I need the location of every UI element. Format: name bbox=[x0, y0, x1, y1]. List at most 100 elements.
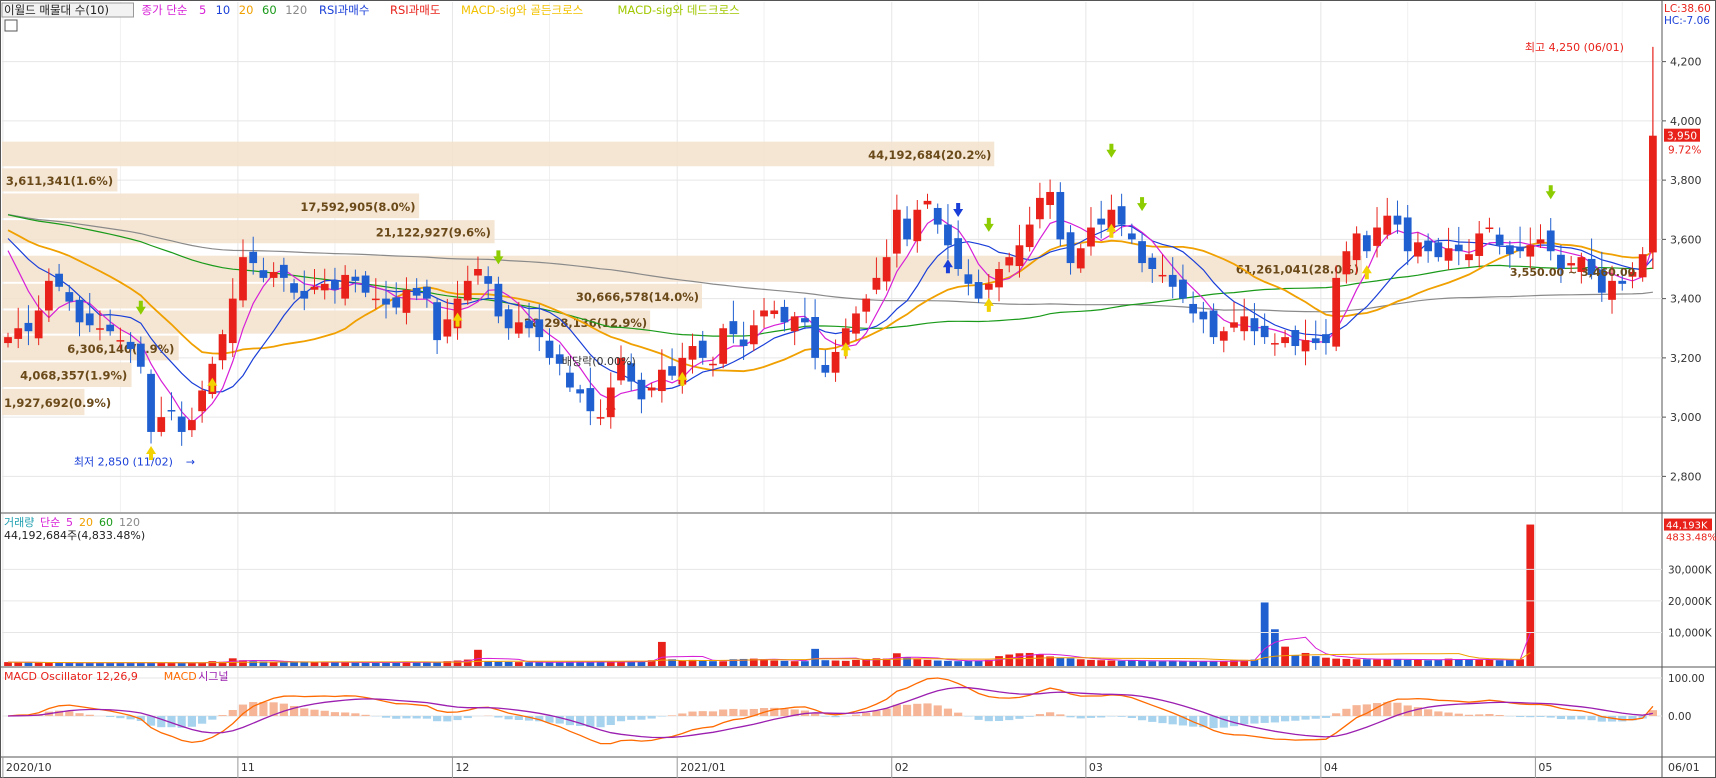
macd-osc-bar bbox=[1035, 714, 1044, 716]
volume-profile-label: 1,927,692(0.9%) bbox=[4, 396, 111, 410]
candle-body bbox=[279, 264, 288, 278]
candle-body bbox=[1158, 274, 1167, 277]
macd-osc-bar bbox=[1086, 716, 1096, 718]
volume-bar bbox=[1424, 660, 1433, 666]
candle-body bbox=[545, 340, 554, 358]
volume-profile-label: 21,122,927(9.6%) bbox=[376, 226, 491, 240]
macd-osc-bar bbox=[1424, 709, 1433, 716]
candle-body bbox=[1260, 325, 1269, 338]
candle-body bbox=[106, 324, 115, 332]
macd-osc-bar bbox=[443, 716, 452, 722]
volume-bar bbox=[514, 662, 523, 666]
candle-body bbox=[1618, 280, 1627, 284]
volume-bar bbox=[1179, 661, 1187, 666]
candle-body bbox=[923, 200, 932, 205]
volume-bar bbox=[535, 662, 544, 666]
candle-body bbox=[790, 316, 799, 332]
candle-body bbox=[157, 417, 166, 432]
volume-bar bbox=[1393, 659, 1402, 666]
volume-bar bbox=[1189, 661, 1198, 666]
volume-bar bbox=[1199, 661, 1208, 666]
macd-osc-bar bbox=[106, 716, 115, 718]
dividend-label: 배당락(0.00%) bbox=[562, 355, 636, 368]
macd-legend-item: MACD Oscillator 12,26,9 bbox=[4, 670, 138, 683]
candle-body bbox=[1168, 274, 1177, 287]
macd-osc-bar bbox=[1076, 716, 1085, 719]
candle-body bbox=[1608, 280, 1616, 300]
candle-body bbox=[1219, 331, 1228, 341]
volume-bar bbox=[586, 662, 595, 666]
candle-body bbox=[862, 298, 871, 312]
macd-osc-bar bbox=[647, 716, 656, 719]
macd-osc-bar bbox=[913, 703, 922, 716]
macd-osc-bar bbox=[330, 712, 340, 716]
candle-body bbox=[1076, 248, 1085, 269]
signal-arrow-down bbox=[1137, 197, 1148, 212]
macd-osc-bar bbox=[882, 708, 891, 716]
volume-bar bbox=[504, 661, 513, 666]
macd-osc-bar bbox=[228, 710, 237, 716]
y-tick-label: 3,200 bbox=[1670, 352, 1702, 365]
volume-bar bbox=[392, 662, 401, 666]
volume-bar bbox=[1383, 658, 1392, 666]
macd-osc-bar bbox=[351, 713, 360, 716]
macd-osc-bar bbox=[1260, 716, 1269, 723]
macd-osc-bar bbox=[1025, 716, 1034, 717]
volume-bar bbox=[811, 648, 820, 666]
macd-osc-bar bbox=[1444, 712, 1453, 716]
macd-osc-bar bbox=[1219, 716, 1228, 728]
candle-body bbox=[1036, 197, 1044, 220]
volume-bar bbox=[188, 662, 196, 666]
candle-body bbox=[44, 280, 53, 311]
macd-osc-bar bbox=[514, 716, 523, 720]
macd-osc-bar bbox=[1291, 716, 1300, 721]
macd-osc-bar bbox=[1577, 716, 1586, 720]
candle-body bbox=[933, 207, 942, 225]
candle-body bbox=[1127, 233, 1136, 240]
candle-body bbox=[1485, 227, 1494, 230]
volume-bar bbox=[474, 649, 482, 666]
volume-bar bbox=[1403, 659, 1412, 666]
candle-body bbox=[801, 318, 809, 323]
candle-body bbox=[514, 322, 523, 334]
candle-body bbox=[719, 328, 728, 364]
y-tick-label: 100.00 bbox=[1668, 673, 1705, 685]
candle-body bbox=[739, 339, 748, 347]
candle-body bbox=[412, 287, 421, 296]
candle-body bbox=[1046, 191, 1054, 206]
volume-bar bbox=[678, 660, 687, 666]
candle-body bbox=[320, 283, 329, 291]
macd-panel: 100.00 0.00 MACD Oscillator 12,26,9 MACD 시그널 bbox=[2, 670, 1705, 745]
x-tick-label: 11 bbox=[241, 761, 255, 774]
candle-body bbox=[126, 341, 135, 349]
volume-bar bbox=[14, 662, 23, 666]
macd-osc-bar bbox=[1250, 716, 1259, 724]
candle-body bbox=[535, 319, 544, 338]
candle-body bbox=[1138, 241, 1146, 264]
volume-bar bbox=[1373, 659, 1381, 666]
macd-osc-bar bbox=[1281, 716, 1290, 722]
volume-bar bbox=[1260, 602, 1269, 666]
candle-body bbox=[1424, 240, 1433, 252]
price-legend-item: MACD-sig와 데드크로스 bbox=[618, 3, 740, 17]
volume-bar bbox=[709, 661, 717, 666]
candle-body bbox=[1240, 316, 1249, 332]
signal-arrow-down bbox=[1106, 143, 1117, 158]
candle-body bbox=[944, 224, 952, 246]
macd-osc-bar bbox=[1321, 716, 1331, 718]
x-tick-label: 05 bbox=[1538, 761, 1552, 774]
macd-osc-bar bbox=[719, 709, 728, 716]
macd-osc-bar bbox=[218, 715, 227, 716]
candle-body bbox=[1536, 239, 1545, 244]
volume-bar bbox=[34, 662, 43, 666]
candle-body bbox=[331, 280, 339, 290]
volume-bar bbox=[279, 662, 288, 666]
macd-osc-bar bbox=[1127, 716, 1136, 719]
volume-profile-label: 4,068,357(1.9%) bbox=[20, 369, 127, 383]
volume-bar bbox=[954, 661, 963, 666]
candle-body bbox=[1311, 338, 1320, 344]
y-tick-label: 3,600 bbox=[1670, 233, 1702, 246]
candle-body bbox=[729, 321, 738, 335]
volume-bar bbox=[1434, 659, 1443, 666]
candle-body bbox=[177, 416, 186, 432]
